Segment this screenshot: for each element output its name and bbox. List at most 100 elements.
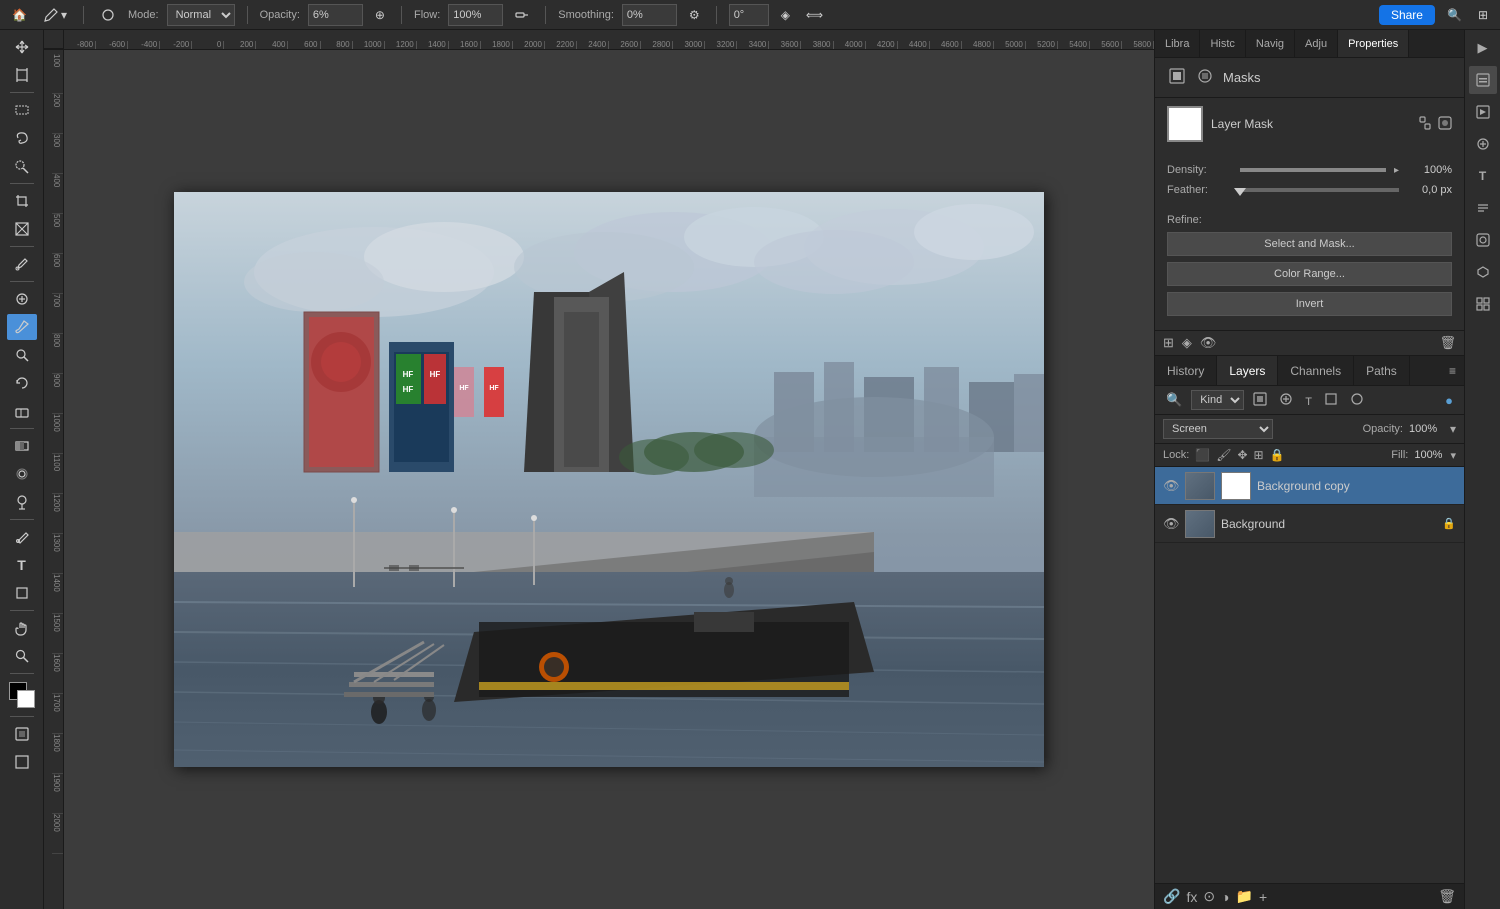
adjustment-icon-btn[interactable] (1469, 130, 1497, 158)
trash-icon[interactable]: 🗑 (1439, 335, 1456, 351)
filter-pixel-icon[interactable] (1250, 391, 1270, 410)
heal-tool[interactable] (7, 286, 37, 312)
opacity-input[interactable]: 6% (308, 4, 363, 26)
brush-tool[interactable] (7, 314, 37, 340)
marquee-tool[interactable] (7, 97, 37, 123)
filter-search-icon[interactable]: 🔍 (1163, 391, 1185, 409)
tab-history[interactable]: History (1155, 356, 1217, 385)
move-tool[interactable] (7, 34, 37, 60)
filter-kind-dropdown[interactable]: Kind (1191, 390, 1244, 410)
opacity-toggle[interactable]: ⊕ (371, 6, 389, 24)
grid-layers-icon-btn[interactable] (1469, 290, 1497, 318)
layer-visibility-btn-bg[interactable]: 👁 (1163, 516, 1179, 532)
shape-tool[interactable] (7, 580, 37, 606)
pen-tool[interactable] (7, 524, 37, 550)
3d-icon-btn[interactable] (1469, 258, 1497, 286)
eyedropper-tool[interactable] (7, 251, 37, 277)
symmetry-icon[interactable]: ⟺ (802, 6, 827, 24)
filter-shape-icon[interactable] (1321, 391, 1341, 410)
opacity-arrow[interactable]: ▾ (1450, 422, 1456, 436)
layer-visibility-btn-copy[interactable]: 👁 (1163, 478, 1179, 494)
eraser-tool[interactable] (7, 398, 37, 424)
color-range-button[interactable]: Color Range... (1167, 262, 1452, 286)
home-button[interactable]: 🏠 (8, 6, 31, 24)
blend-mode-dropdown[interactable]: Screen Normal Multiply (1163, 419, 1273, 439)
smoothing-input[interactable] (622, 4, 677, 26)
filter-toggle-icon[interactable]: ● (1442, 392, 1456, 409)
lock-all-btn[interactable]: 🔒 (1270, 448, 1285, 462)
add-mask-btn[interactable]: ⊙ (1203, 888, 1215, 905)
feather-slider[interactable] (1240, 188, 1399, 192)
flow-input[interactable] (448, 4, 503, 26)
history-brush-tool[interactable] (7, 370, 37, 396)
tab-adju[interactable]: Adju (1295, 30, 1338, 57)
background-color[interactable] (17, 690, 35, 708)
workspace-icon-btn[interactable]: ⊞ (1474, 6, 1492, 24)
fill-arrow[interactable]: ▾ (1450, 449, 1456, 462)
quick-mask-btn[interactable] (7, 721, 37, 747)
tab-navig[interactable]: Navig (1246, 30, 1295, 57)
quick-select-tool[interactable] (7, 153, 37, 179)
add-fx-btn[interactable]: fx (1186, 889, 1197, 905)
tab-layers[interactable]: Layers (1217, 356, 1278, 385)
tab-channels[interactable]: Channels (1278, 356, 1354, 385)
eye-icon[interactable]: 👁 (1200, 335, 1217, 351)
link-layers-btn[interactable]: 🔗 (1163, 888, 1180, 905)
text-tool[interactable]: T (7, 552, 37, 578)
pixel-view-icon[interactable] (1167, 66, 1187, 89)
frame-tool[interactable] (7, 216, 37, 242)
tab-libra[interactable]: Libra (1155, 30, 1200, 57)
airbrush-icon[interactable] (511, 6, 533, 24)
brush-settings-icon[interactable] (96, 5, 120, 25)
grid-icon[interactable]: ⊞ (1163, 335, 1174, 351)
blur-tool[interactable] (7, 461, 37, 487)
brush-tool-indicator[interactable]: ▾ (39, 5, 71, 25)
mask-link-icon[interactable] (1418, 116, 1432, 133)
char-format-icon-btn[interactable] (1469, 226, 1497, 254)
layer-item-background[interactable]: 👁 Background 🔒 (1155, 505, 1464, 543)
layer-item-background-copy[interactable]: 👁 Background copy (1155, 467, 1464, 505)
photo-canvas[interactable]: HF HF HF HF HF (174, 192, 1044, 767)
smoothing-options[interactable]: ⚙ (685, 6, 704, 24)
gradient-tool[interactable] (7, 433, 37, 459)
paragraph-icon-btn[interactable] (1469, 194, 1497, 222)
lock-image-btn[interactable]: 🖌 (1216, 448, 1231, 462)
zoom-tool[interactable] (7, 643, 37, 669)
hand-tool[interactable] (7, 615, 37, 641)
tab-paths[interactable]: Paths (1354, 356, 1410, 385)
filter-text-icon[interactable]: T (1302, 392, 1315, 409)
text-format-icon-btn[interactable]: T (1469, 162, 1497, 190)
clone-stamp-tool[interactable] (7, 342, 37, 368)
density-slider[interactable] (1240, 168, 1386, 172)
share-button[interactable]: Share (1379, 5, 1435, 25)
tab-properties[interactable]: Properties (1338, 30, 1409, 57)
artboard-tool[interactable] (7, 62, 37, 88)
lock-position-btn[interactable]: ✥ (1237, 448, 1247, 462)
lock-artboard-btn[interactable]: ⊞ (1254, 448, 1264, 462)
pressure-icon[interactable]: ◈ (777, 6, 794, 24)
mode-dropdown[interactable]: Normal Multiply Screen (167, 4, 235, 26)
new-layer-btn[interactable]: + (1259, 889, 1267, 905)
select-and-mask-button[interactable]: Select and Mask... (1167, 232, 1452, 256)
dodge-tool[interactable] (7, 489, 37, 515)
new-group-btn[interactable]: 📁 (1236, 888, 1253, 905)
mask-mode-icon[interactable] (1195, 66, 1215, 89)
mask-visibility-icon[interactable]: ◈ (1182, 335, 1192, 351)
search-icon-btn[interactable]: 🔍 (1443, 6, 1466, 24)
filter-smart-icon[interactable] (1347, 391, 1367, 410)
new-adjustment-btn[interactable]: ◑ (1221, 889, 1229, 905)
screen-mode-btn[interactable] (7, 749, 37, 775)
color-swatches[interactable] (9, 682, 35, 708)
delete-layer-btn[interactable]: 🗑 (1438, 888, 1456, 905)
lock-transparent-btn[interactable]: ⬛ (1195, 448, 1210, 462)
layer-mask-thumbnail[interactable] (1167, 106, 1203, 142)
play-to-icon[interactable]: ▶ (1469, 34, 1497, 62)
library-icon-btn[interactable] (1469, 98, 1497, 126)
filter-adj-icon[interactable] (1276, 391, 1296, 410)
mask-mask-icon[interactable] (1438, 116, 1452, 133)
angle-input[interactable] (729, 4, 769, 26)
crop-tool[interactable] (7, 188, 37, 214)
layers-more-btn[interactable]: ≡ (1441, 356, 1464, 385)
properties-icon-btn[interactable] (1469, 66, 1497, 94)
invert-button[interactable]: Invert (1167, 292, 1452, 316)
